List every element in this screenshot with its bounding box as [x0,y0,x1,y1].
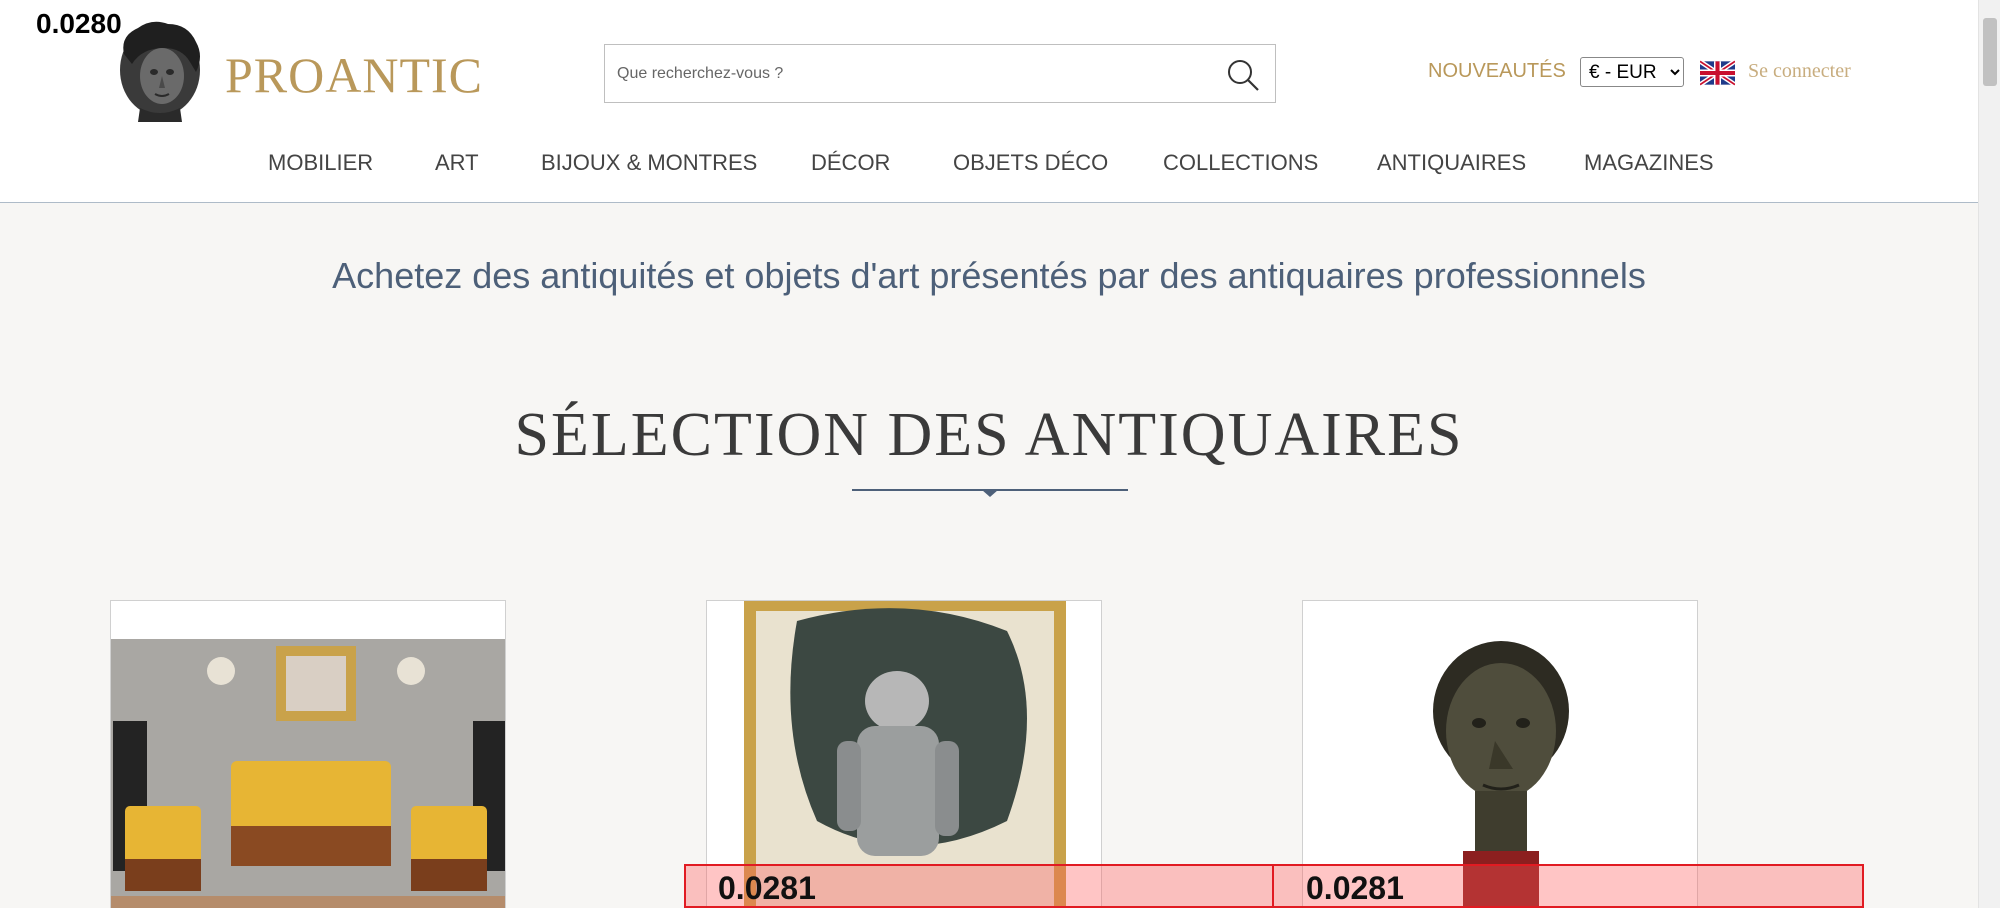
product-card-knight[interactable] [706,600,1102,908]
uk-flag-icon[interactable] [1700,60,1735,86]
logo-text[interactable]: PROANTIC [225,46,483,104]
main-nav: MOBILIER ART BIJOUX & MONTRES DÉCOR OBJE… [0,150,1978,180]
salon-furniture-image[interactable] [111,601,506,908]
nav-item-objets-deco[interactable]: OBJETS DÉCO [953,150,1108,176]
title-divider [852,489,1128,497]
scrollbar-thumb[interactable] [1983,18,1997,86]
nouveautes-link[interactable]: NOUVEAUTÉS [1428,60,1566,83]
nav-item-antiquaires[interactable]: ANTIQUAIRES [1377,150,1526,176]
search-icon[interactable] [1223,55,1263,95]
logo-bust-icon[interactable] [110,18,210,122]
search-bar [604,44,1276,103]
nav-item-magazines[interactable]: MAGAZINES [1584,150,1714,176]
vertical-scrollbar[interactable] [1978,0,2000,908]
detection-score: 0.0281 [718,870,816,906]
product-card-bust[interactable] [1302,600,1698,908]
nav-item-collections[interactable]: COLLECTIONS [1163,150,1318,176]
score-overlay: 0.0280 [36,8,122,39]
nav-item-mobilier[interactable]: MOBILIER [268,150,373,176]
currency-select[interactable]: € - EUR [1580,57,1684,87]
detection-box: 0.0281 [684,864,1274,908]
tagline: Achetez des antiquités et objets d'art p… [332,255,1646,296]
section-title: SÉLECTION DES ANTIQUAIRES [514,401,1464,469]
detection-box: 0.0281 [1272,864,1864,908]
knight-painting-image[interactable] [707,601,1102,908]
nav-item-decor[interactable]: DÉCOR [811,150,890,176]
product-card-salon[interactable] [110,600,506,908]
bronze-bust-image[interactable] [1303,601,1698,908]
nav-item-art[interactable]: ART [435,150,479,176]
nav-item-bijoux-montres[interactable]: BIJOUX & MONTRES [541,150,757,176]
search-input[interactable] [617,59,1197,89]
detection-score: 0.0281 [1306,870,1404,906]
login-link[interactable]: Se connecter [1748,60,1851,83]
